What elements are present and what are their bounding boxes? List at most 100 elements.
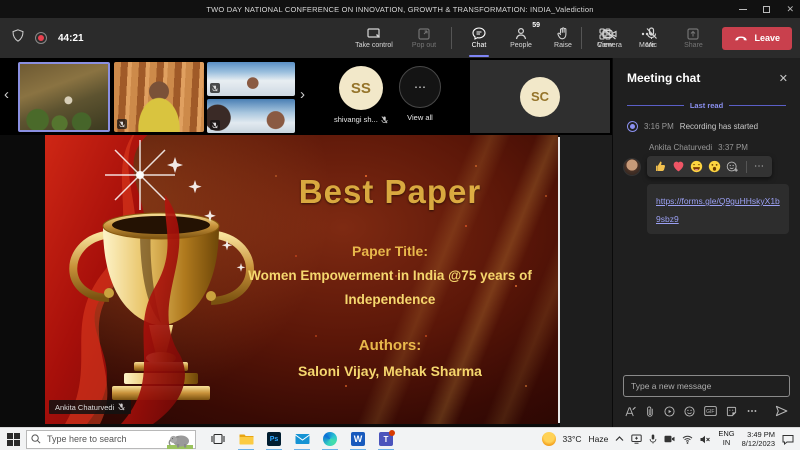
add-reaction-icon[interactable] — [726, 160, 739, 173]
video-tile-participant[interactable] — [114, 62, 204, 132]
filmstrip-prev-icon[interactable]: ‹ — [4, 86, 9, 103]
share-button[interactable]: Share — [672, 18, 714, 58]
leave-button[interactable]: Leave — [722, 27, 792, 50]
mic-button[interactable]: Mic — [630, 18, 672, 58]
avatar — [623, 158, 641, 176]
camera-tray-icon[interactable] — [664, 435, 675, 443]
take-control-button[interactable]: Take control — [345, 18, 403, 58]
event-timestamp: 3:16 PM — [644, 122, 674, 131]
format-icon[interactable] — [625, 406, 636, 417]
message-bubble: https://forms.gle/Q9guHHskyX1b9sbz9 — [647, 184, 789, 234]
maximize-icon[interactable] — [763, 6, 770, 13]
people-button[interactable]: 59 People — [500, 18, 542, 58]
pop-out-icon — [418, 28, 430, 40]
attach-icon[interactable] — [645, 406, 655, 417]
mic-tray-icon[interactable] — [649, 434, 657, 444]
edge-icon — [323, 432, 337, 446]
filmstrip-next-icon[interactable]: › — [300, 86, 305, 103]
video-tile-participant[interactable] — [207, 99, 295, 133]
chat-icon — [472, 27, 486, 40]
more-reactions-icon[interactable]: ⋯ — [754, 161, 765, 172]
event-text: Recording has started — [680, 122, 758, 131]
tray-expand-icon[interactable] — [615, 436, 624, 442]
task-view-button[interactable] — [204, 428, 232, 450]
video-tile-active-speaker[interactable] — [18, 62, 110, 132]
start-button[interactable] — [0, 428, 26, 450]
chat-message: ⋯ https://forms.gle/Q9guHHskyX1b9sbz9 — [613, 154, 800, 234]
weather-icon[interactable] — [542, 432, 556, 446]
heart-icon[interactable] — [672, 160, 685, 173]
meeting-timer: 44:21 — [58, 33, 84, 44]
word-icon: W — [351, 432, 365, 446]
take-control-icon — [367, 28, 382, 40]
toolbar-divider — [451, 27, 452, 49]
participant-avatar-ss[interactable]: SS shivangi sh... — [334, 66, 388, 124]
mic-off-overlay-icon — [210, 83, 220, 93]
participant-name: shivangi sh... — [334, 115, 378, 124]
close-icon[interactable]: ✕ — [786, 0, 794, 18]
mic-off-icon — [381, 116, 388, 124]
chat-close-icon[interactable]: ✕ — [779, 72, 788, 85]
volume-muted-tray-icon[interactable] — [700, 435, 711, 444]
taskbar-clock[interactable]: 3:49 PM 8/12/2023 — [742, 430, 775, 448]
more-options-icon[interactable] — [746, 406, 758, 416]
display-tray-icon[interactable] — [631, 434, 642, 444]
pop-out-button[interactable]: Pop out — [403, 18, 445, 58]
windows-taskbar: Type here to search Ps W — [0, 427, 800, 450]
paper-title-line1: Women Empowerment in India @75 years of — [225, 268, 555, 283]
chat-panel-title: Meeting chat — [627, 71, 700, 85]
thumbs-up-icon[interactable] — [654, 160, 667, 173]
edge-button[interactable] — [316, 428, 344, 450]
teams-meeting-window: TWO DAY NATIONAL CONFERENCE ON INNOVATIO… — [0, 0, 800, 450]
message-meta: Ankita Chaturvedi 3:37 PM — [613, 137, 800, 154]
camera-off-icon — [602, 28, 617, 40]
mic-off-overlay-icon — [210, 120, 220, 130]
weather-temperature[interactable]: 33°C — [563, 434, 582, 444]
message-timestamp: 3:37 PM — [718, 143, 748, 152]
word-button[interactable]: W — [344, 428, 372, 450]
avatar: SS — [339, 66, 383, 110]
chat-message-input[interactable] — [623, 375, 790, 397]
search-highlight-elephant-image[interactable] — [167, 432, 193, 450]
send-icon[interactable] — [775, 405, 788, 417]
notification-center-icon[interactable] — [782, 434, 794, 445]
laugh-icon[interactable] — [690, 160, 703, 173]
language-indicator[interactable]: ENG IN — [718, 430, 734, 447]
teams-button[interactable]: T — [372, 428, 400, 450]
participant-tile-sc[interactable]: SC — [470, 60, 610, 133]
message-link[interactable]: https://forms.gle/Q9guHHskyX1b9sbz9 — [656, 196, 780, 224]
chat-compose-area: GIF — [623, 375, 790, 417]
window-titlebar: TWO DAY NATIONAL CONFERENCE ON INNOVATIO… — [0, 0, 800, 18]
message-author: Ankita Chaturvedi — [649, 143, 712, 152]
view-all-button[interactable]: ⋯ View all — [399, 66, 441, 122]
last-read-divider: Last read — [613, 93, 800, 116]
emoji-icon[interactable] — [684, 406, 695, 417]
stage-right-gutter — [560, 135, 612, 427]
minimize-icon[interactable] — [739, 9, 747, 10]
surprised-icon[interactable] — [708, 160, 721, 173]
photoshop-icon: Ps — [267, 432, 281, 446]
mail-button[interactable] — [288, 428, 316, 450]
file-explorer-button[interactable] — [232, 428, 260, 450]
video-clip-icon[interactable] — [664, 406, 675, 417]
video-tile-participant[interactable] — [207, 62, 295, 96]
photoshop-button[interactable]: Ps — [260, 428, 288, 450]
giphy-icon[interactable]: GIF — [704, 406, 717, 416]
system-tray: 33°C Haze ENG IN — [542, 428, 800, 450]
weather-condition[interactable]: Haze — [589, 434, 609, 444]
raise-hand-icon — [557, 27, 569, 40]
meeting-stage: Best Paper Paper Title: Women Empowermen… — [0, 135, 612, 427]
authors-names: Saloni Vijay, Mehak Sharma — [225, 363, 555, 379]
taskbar-search-input[interactable]: Type here to search — [26, 430, 196, 449]
slide-sparkle-decoration — [45, 135, 47, 137]
sticker-icon[interactable] — [726, 406, 737, 417]
reaction-bar: ⋯ — [647, 156, 772, 177]
chat-button[interactable]: Chat — [458, 18, 500, 58]
search-placeholder: Type here to search — [47, 434, 127, 444]
people-count-badge: 59 — [532, 22, 540, 29]
network-tray-icon[interactable] — [682, 435, 693, 444]
mic-off-icon — [645, 27, 658, 40]
camera-button[interactable]: Camera — [588, 18, 630, 58]
toolbar-divider — [581, 27, 582, 49]
file-explorer-icon — [239, 433, 254, 445]
